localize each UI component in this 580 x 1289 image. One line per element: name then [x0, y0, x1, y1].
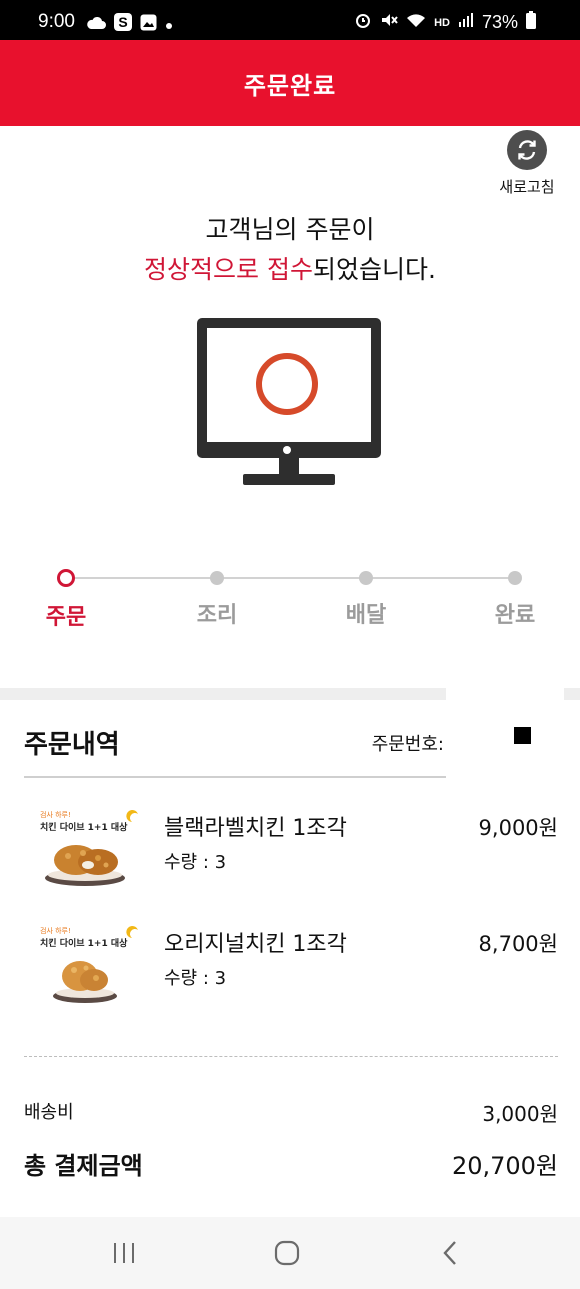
status-time: 9:00 — [38, 11, 75, 32]
order-number-label: 주문번호: — [371, 734, 444, 755]
item-quantity: 수량 : 3 — [164, 968, 227, 989]
step-delivery: 배달 — [326, 562, 406, 629]
step-dot — [508, 571, 522, 585]
mute-icon — [380, 11, 398, 34]
step-label-complete: 완료 — [494, 603, 536, 628]
item-thumbnail: 검사 하루! 치킨 다이브 1+1 대상 — [38, 808, 148, 892]
home-button[interactable] — [267, 1237, 307, 1269]
order-details-title: 주문내역 — [24, 730, 120, 760]
progress-line — [66, 577, 516, 579]
recent-apps-button[interactable] — [104, 1237, 144, 1269]
back-button[interactable] — [430, 1237, 470, 1269]
back-icon — [443, 1241, 456, 1265]
delivery-fee-row: 배송비 3,000원 — [24, 1098, 558, 1128]
dashed-divider — [24, 1056, 558, 1057]
status-left-icons: S — [86, 13, 173, 35]
home-icon — [274, 1240, 300, 1266]
page-title: 주문완료 — [243, 71, 337, 100]
step-label-delivery: 배달 — [345, 603, 387, 628]
step-dot — [359, 571, 373, 585]
step-complete: 완료 — [475, 562, 555, 629]
refresh-icon — [507, 130, 547, 170]
monitor-illustration — [195, 316, 383, 486]
total-row: 총 결제금액 20,700원 — [24, 1146, 558, 1180]
system-nav-bar — [0, 1217, 580, 1289]
app-s-icon: S — [114, 13, 132, 35]
gallery-icon — [140, 14, 157, 35]
order-details-header: 주문내역 주문번호: — [24, 720, 446, 778]
badge-top: 검사 하루! — [40, 926, 71, 935]
delivery-fee-label: 배송비 — [24, 1102, 74, 1123]
dot-icon — [165, 15, 173, 34]
badge-main: 치킨 다이브 1+1 대상 — [40, 937, 128, 949]
total-label: 총 결제금액 — [24, 1152, 143, 1180]
message-line-2: 정상적으로 접수되었습니다. — [0, 250, 580, 290]
item-price: 9,000원 — [478, 816, 558, 840]
status-right-icons: HD 73% — [354, 11, 536, 34]
order-item: 검사 하루! 치킨 다이브 1+1 대상 오리지널치킨 1조각 수량 : 3 8… — [24, 924, 558, 1014]
recent-apps-icon — [114, 1243, 134, 1263]
refresh-label: 새로고침 — [499, 178, 555, 196]
delivery-fee-value: 3,000원 — [482, 1102, 558, 1126]
wifi-icon — [406, 12, 426, 33]
step-dot — [210, 571, 224, 585]
order-progress: 주문 조리 배달 완료 — [0, 562, 580, 632]
section-divider — [0, 688, 446, 700]
message-line-1: 고객님의 주문이 — [205, 215, 375, 244]
order-item: 검사 하루! 치킨 다이브 1+1 대상 블랙라벨치킨 1조각 수량 : 3 9… — [24, 808, 558, 898]
item-price: 8,700원 — [478, 932, 558, 956]
app-header: 주문완료 — [0, 40, 580, 126]
item-name: 블랙라벨치킨 1조각 — [164, 816, 347, 841]
alarm-icon — [354, 11, 372, 34]
order-confirm-message: 고객님의 주문이 정상적으로 접수되었습니다. — [0, 210, 580, 290]
total-value: 20,700원 — [451, 1152, 558, 1180]
order-number-redacted — [514, 727, 531, 744]
step-dot-active — [57, 569, 75, 587]
step-label-cook: 조리 — [196, 603, 238, 628]
hd-voice-icon: HD — [434, 16, 450, 29]
section-divider — [564, 688, 580, 700]
badge-main: 치킨 다이브 1+1 대상 — [40, 821, 128, 833]
signal-icon — [458, 12, 474, 33]
step-order: 주문 — [26, 562, 106, 631]
svg-text:S: S — [118, 14, 127, 30]
battery-icon — [526, 11, 536, 34]
message-rest: 되었습니다. — [313, 255, 436, 284]
refresh-button[interactable]: 새로고침 — [490, 130, 564, 197]
cloud-icon — [86, 15, 106, 34]
battery-percent: 73% — [481, 12, 518, 32]
item-thumbnail: 검사 하루! 치킨 다이브 1+1 대상 — [38, 924, 148, 1008]
item-name: 오리지널치킨 1조각 — [164, 932, 347, 957]
step-cook: 조리 — [177, 562, 257, 629]
step-label-order: 주문 — [45, 605, 87, 630]
message-highlight: 정상적으로 접수 — [144, 255, 313, 284]
item-quantity: 수량 : 3 — [164, 852, 227, 873]
badge-top: 검사 하루! — [40, 810, 71, 819]
